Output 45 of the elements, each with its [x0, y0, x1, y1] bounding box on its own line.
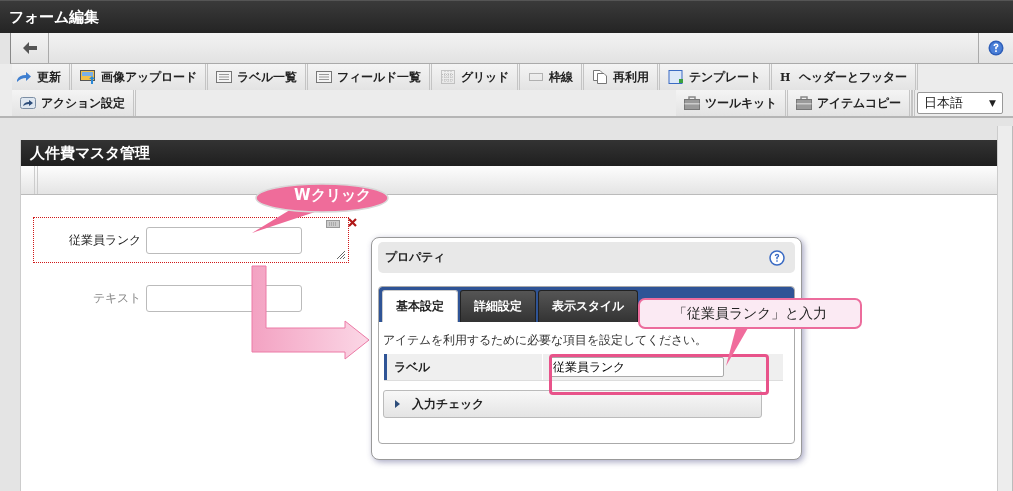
language-select[interactable]: 日本語 ▼ [917, 92, 1003, 114]
toolbar-button[interactable]: 再利用 [584, 64, 660, 90]
property-label: ラベル [384, 354, 542, 380]
h-icon: H [780, 70, 791, 84]
toolbar-button[interactable]: 画像アップロード [72, 64, 208, 90]
back-arrow-icon [22, 42, 37, 54]
briefcase-icon [684, 96, 700, 110]
window-title: フォーム編集 [9, 7, 99, 27]
field-label: テキスト [93, 289, 141, 307]
toolbar-button[interactable]: 枠線 [520, 64, 584, 90]
tab[interactable]: 基本設定 [382, 290, 458, 322]
input-field[interactable] [146, 226, 302, 254]
toolbar-button[interactable]: アイテムコピー [788, 90, 912, 116]
dotted-frame-icon [528, 70, 544, 84]
toolbar-button[interactable]: 更新 [12, 64, 72, 90]
copy-icon [592, 70, 608, 84]
toolbar-button[interactable]: グリッド [432, 64, 520, 90]
tab[interactable]: 詳細設定 [460, 290, 536, 322]
template-icon [668, 70, 684, 84]
toolbar-button[interactable]: フィールド一覧 [308, 64, 432, 90]
list-icon [316, 70, 332, 84]
help-icon[interactable] [988, 40, 1004, 56]
tab[interactable]: 表示スタイル [538, 290, 638, 322]
toolbar-button[interactable]: H ヘッダーとフッター [772, 64, 919, 90]
scrollbar[interactable] [997, 126, 1013, 491]
field-label: 従業員ランク [69, 231, 141, 249]
dialog-title: プロパティ [385, 249, 445, 266]
help-icon[interactable] [769, 249, 785, 266]
input-field[interactable]: 従業員ランク [549, 357, 724, 377]
briefcase-icon [796, 96, 812, 110]
close-icon[interactable] [348, 218, 357, 227]
resize-handle-icon[interactable] [337, 251, 345, 259]
toolbar-button[interactable]: ラベル一覧 [208, 64, 308, 90]
section-header[interactable]: 入力チェック [383, 390, 762, 418]
toolbar-button[interactable]: アクション設定 [12, 90, 136, 116]
description-text: アイテムを利用するために必要な項目を設定してください。 [383, 332, 708, 349]
callout-text: 「従業員ランク」と入力 [638, 298, 862, 329]
form-title: 人件費マスタ管理 [30, 143, 150, 163]
list-icon [216, 70, 232, 84]
toolbar-button[interactable]: ツールキット [676, 90, 788, 116]
grid-icon [440, 70, 456, 84]
callout-text: Wクリック [294, 186, 371, 205]
toolbar-button[interactable]: テンプレート [660, 64, 772, 90]
arrow-icon [16, 70, 32, 84]
image-upload-icon [80, 70, 96, 84]
